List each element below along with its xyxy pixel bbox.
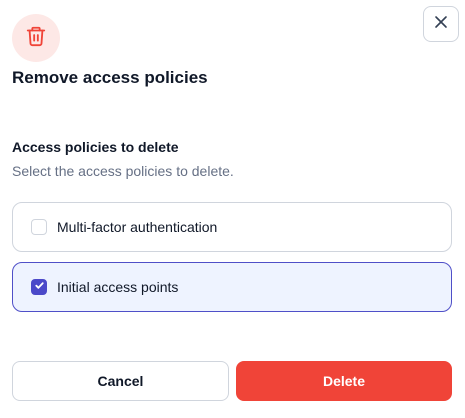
delete-button[interactable]: Delete (236, 361, 452, 401)
policy-option-multi-factor-authentication[interactable]: Multi-factor authentication (12, 202, 452, 252)
checkbox-unchecked[interactable] (31, 219, 47, 235)
check-icon (34, 278, 45, 296)
section-help-text: Select the access policies to delete. (12, 163, 234, 179)
option-label: Multi-factor authentication (57, 219, 218, 235)
close-icon (434, 15, 448, 34)
dialog-title: Remove access policies (12, 68, 208, 87)
policy-option-initial-access-points[interactable]: Initial access points (12, 262, 452, 312)
checkbox-checked[interactable] (31, 279, 47, 295)
close-button[interactable] (423, 6, 459, 42)
section-label: Access policies to delete (12, 139, 179, 155)
trash-icon (25, 25, 47, 52)
trash-icon-badge (12, 14, 60, 62)
remove-access-policies-dialog: Remove access policies Access policies t… (0, 0, 465, 418)
cancel-button[interactable]: Cancel (12, 361, 229, 401)
option-label: Initial access points (57, 279, 179, 295)
